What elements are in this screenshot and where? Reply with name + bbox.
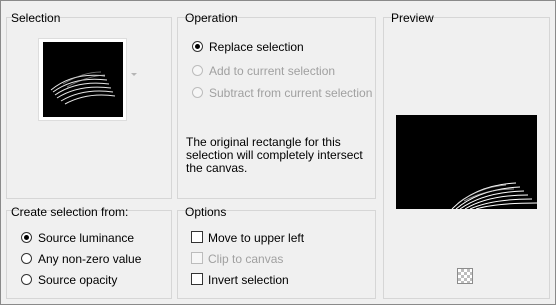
radio-disabled-icon (192, 87, 203, 98)
add-to-current-selection-label: Add to current selection (209, 64, 336, 78)
radio-disabled-icon (192, 65, 203, 76)
checkerboard-icon[interactable] (457, 268, 473, 284)
selection-thumbnail[interactable] (38, 38, 127, 121)
clip-to-canvas-label: Clip to canvas (208, 252, 284, 266)
move-to-upper-left-label: Move to upper left (208, 231, 305, 245)
radio-selected-icon (21, 232, 32, 243)
radio-unselected-icon (21, 253, 32, 264)
checkbox-disabled-icon (191, 252, 203, 264)
radio-unselected-icon (21, 274, 32, 285)
create-selection-group-title: Create selection from: (11, 205, 129, 219)
intersection-note: The original rectangle for this selectio… (186, 135, 363, 175)
invert-selection-label: Invert selection (208, 273, 289, 287)
operation-group-title: Operation (185, 11, 238, 25)
chevron-down-icon[interactable] (131, 73, 137, 76)
options-group-title: Options (185, 205, 227, 219)
preview-group-title: Preview (391, 11, 434, 25)
radio-selected-icon (192, 41, 203, 52)
replace-selection-label: Replace selection (209, 40, 304, 54)
any-non-zero-value-label: Any non-zero value (38, 252, 142, 266)
subtract-from-current-selection-label: Subtract from current selection (209, 86, 373, 100)
checkbox-icon (191, 231, 203, 243)
source-luminance-label: Source luminance (38, 231, 135, 245)
source-opacity-label: Source opacity (38, 273, 118, 287)
checkbox-icon (191, 273, 203, 285)
preview-canvas (396, 115, 537, 209)
thumbnail-image (43, 42, 123, 117)
selection-group-title: Selection (11, 11, 61, 25)
